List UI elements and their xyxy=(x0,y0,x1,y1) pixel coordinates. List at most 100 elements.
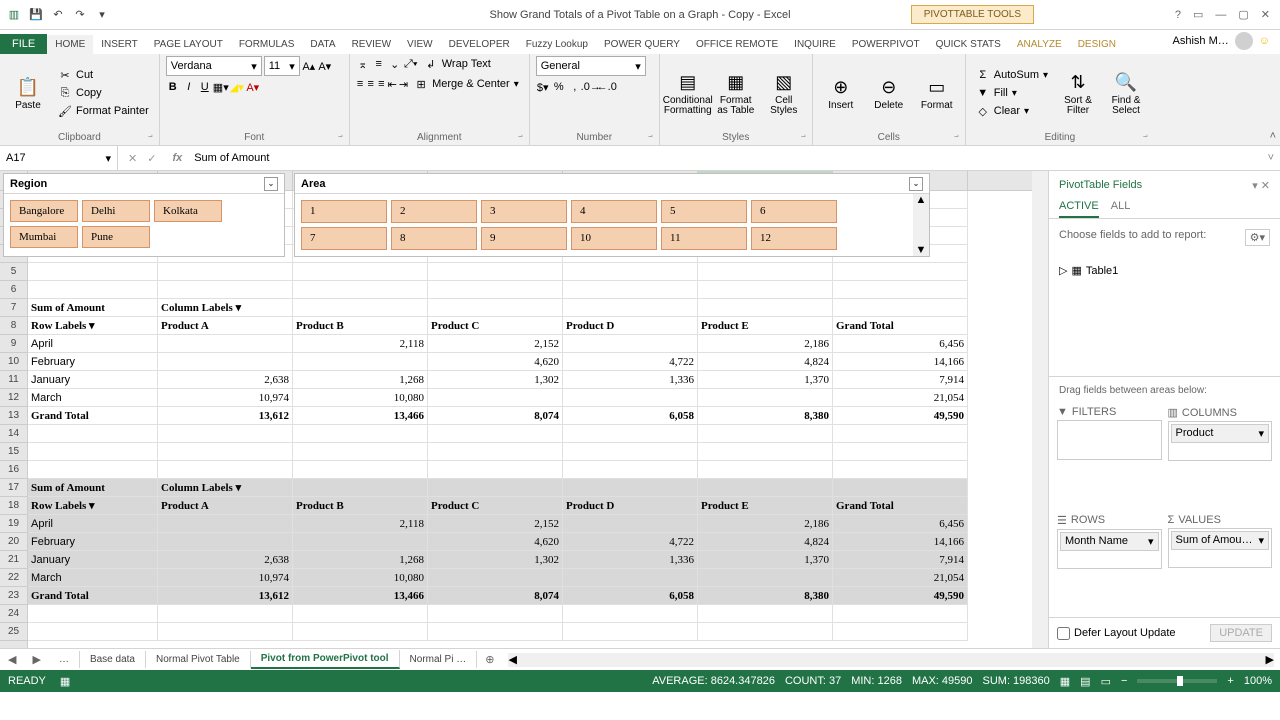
horizontal-scrollbar[interactable]: ◀▶ xyxy=(508,653,1274,667)
cell[interactable] xyxy=(833,443,968,461)
cell[interactable]: 6,058 xyxy=(563,587,698,605)
view-normal-icon[interactable]: ▦ xyxy=(1060,675,1070,688)
cell[interactable] xyxy=(698,425,833,443)
cell[interactable]: Grand Total xyxy=(833,497,968,515)
cell[interactable]: 8,380 xyxy=(698,407,833,425)
cell[interactable]: 6,058 xyxy=(563,407,698,425)
cell[interactable] xyxy=(833,461,968,479)
slicer-item[interactable]: 2 xyxy=(391,200,477,223)
columns-dropzone[interactable]: Product▾ xyxy=(1168,421,1273,461)
fields-tree[interactable]: ▷▦Table1 xyxy=(1049,256,1280,376)
collapse-ribbon-icon[interactable]: ˄ xyxy=(1270,130,1276,142)
cell[interactable] xyxy=(158,515,293,533)
cell[interactable] xyxy=(158,461,293,479)
cell[interactable] xyxy=(698,389,833,407)
slicer-item[interactable]: 1 xyxy=(301,200,387,223)
cell[interactable] xyxy=(563,263,698,281)
cell[interactable] xyxy=(833,281,968,299)
tools-icon[interactable]: ⚙▾ xyxy=(1245,229,1270,246)
align-center-icon[interactable]: ≡ xyxy=(366,77,375,91)
cell[interactable] xyxy=(293,623,428,641)
cells[interactable]: Sum of AmountColumn Labels ▾Row Labels ▾… xyxy=(28,191,1032,641)
cell[interactable]: Column Labels ▾ xyxy=(158,479,293,497)
indent-dec-icon[interactable]: ⇤ xyxy=(388,77,397,91)
cell[interactable]: 2,118 xyxy=(293,335,428,353)
cell[interactable]: Row Labels ▾ xyxy=(28,497,158,515)
row-header[interactable]: 21 xyxy=(0,551,27,569)
cell[interactable] xyxy=(563,443,698,461)
slicer-item[interactable]: 12 xyxy=(751,227,837,250)
cell[interactable]: 13,612 xyxy=(158,587,293,605)
cell[interactable]: 14,166 xyxy=(833,353,968,371)
slicer-item[interactable]: 10 xyxy=(571,227,657,250)
align-right-icon[interactable]: ≡ xyxy=(377,77,386,91)
cell[interactable] xyxy=(158,281,293,299)
merge-button[interactable]: ⊞Merge & Center▾ xyxy=(410,76,523,92)
filters-dropzone[interactable] xyxy=(1057,420,1162,460)
cell[interactable] xyxy=(428,569,563,587)
cell[interactable]: 6,456 xyxy=(833,335,968,353)
format-painter-button[interactable]: 🖌Format Painter xyxy=(54,103,153,119)
slicer-item[interactable]: 6 xyxy=(751,200,837,223)
tab-powerpivot[interactable]: POWERPIVOT xyxy=(844,35,928,54)
fill-color-button[interactable]: ◢▾ xyxy=(230,80,244,94)
cell[interactable] xyxy=(698,281,833,299)
redo-icon[interactable]: ↷ xyxy=(72,7,88,23)
cell[interactable]: 1,336 xyxy=(563,551,698,569)
tab-view[interactable]: VIEW xyxy=(399,35,441,54)
cell[interactable] xyxy=(158,443,293,461)
undo-icon[interactable]: ↶ xyxy=(50,7,66,23)
tab-office-remote[interactable]: OFFICE REMOTE xyxy=(688,35,786,54)
cell[interactable] xyxy=(563,335,698,353)
find-select-button[interactable]: 🔍Find & Select xyxy=(1104,60,1148,126)
cell[interactable]: 21,054 xyxy=(833,569,968,587)
tab-quick-stats[interactable]: QUICK STATS xyxy=(928,35,1009,54)
values-dropzone[interactable]: Sum of Amou…▾ xyxy=(1168,528,1273,568)
slicer-item[interactable]: 4 xyxy=(571,200,657,223)
cell[interactable]: February xyxy=(28,353,158,371)
fields-tab-active[interactable]: ACTIVE xyxy=(1059,196,1099,218)
font-name-select[interactable]: Verdana▾ xyxy=(166,56,262,76)
minimize-icon[interactable]: — xyxy=(1215,9,1226,21)
cell[interactable]: Product E xyxy=(698,497,833,515)
cell[interactable]: 1,302 xyxy=(428,551,563,569)
zoom-in-icon[interactable]: + xyxy=(1227,675,1233,687)
cell[interactable]: Sum of Amount xyxy=(28,299,158,317)
zoom-out-icon[interactable]: − xyxy=(1121,675,1127,687)
row-header[interactable]: 17 xyxy=(0,479,27,497)
delete-button[interactable]: ⊖Delete xyxy=(867,60,911,126)
italic-button[interactable]: I xyxy=(182,80,196,94)
slicer-item[interactable]: Bangalore xyxy=(28,200,78,222)
row-header[interactable]: 23 xyxy=(0,587,27,605)
cell[interactable] xyxy=(833,263,968,281)
number-format-select[interactable]: General▾ xyxy=(536,56,646,76)
ribbon-options-icon[interactable]: ▭ xyxy=(1193,8,1203,21)
cell[interactable]: 1,370 xyxy=(698,551,833,569)
fmt-table-button[interactable]: ▦Format as Table xyxy=(714,60,758,126)
cell[interactable]: Column Labels ▾ xyxy=(158,299,293,317)
cell[interactable]: 4,620 xyxy=(428,533,563,551)
cell[interactable]: 1,302 xyxy=(428,371,563,389)
cell[interactable]: 4,722 xyxy=(563,533,698,551)
value-pill[interactable]: Sum of Amou…▾ xyxy=(1171,531,1270,550)
cell[interactable] xyxy=(158,335,293,353)
pane-close-icon[interactable]: ✕ xyxy=(1261,180,1270,192)
cell[interactable] xyxy=(293,605,428,623)
cell[interactable]: 10,974 xyxy=(158,389,293,407)
cell[interactable]: Product D xyxy=(563,317,698,335)
cell[interactable]: 2,118 xyxy=(293,515,428,533)
cell[interactable] xyxy=(563,515,698,533)
cell[interactable]: 4,824 xyxy=(698,353,833,371)
view-break-icon[interactable]: ▭ xyxy=(1101,675,1111,688)
maximize-icon[interactable]: ▢ xyxy=(1238,8,1248,21)
row-header[interactable]: 5 xyxy=(0,263,27,281)
row-header[interactable]: 13 xyxy=(0,407,27,425)
cell[interactable]: 6,456 xyxy=(833,515,968,533)
cell[interactable] xyxy=(28,263,158,281)
row-header[interactable]: 16 xyxy=(0,461,27,479)
cell[interactable] xyxy=(293,353,428,371)
slicer-item[interactable]: 11 xyxy=(661,227,747,250)
cell[interactable] xyxy=(28,281,158,299)
cancel-icon[interactable]: ✕ xyxy=(128,152,137,165)
align-bottom-icon[interactable]: ⌄ xyxy=(388,57,402,71)
